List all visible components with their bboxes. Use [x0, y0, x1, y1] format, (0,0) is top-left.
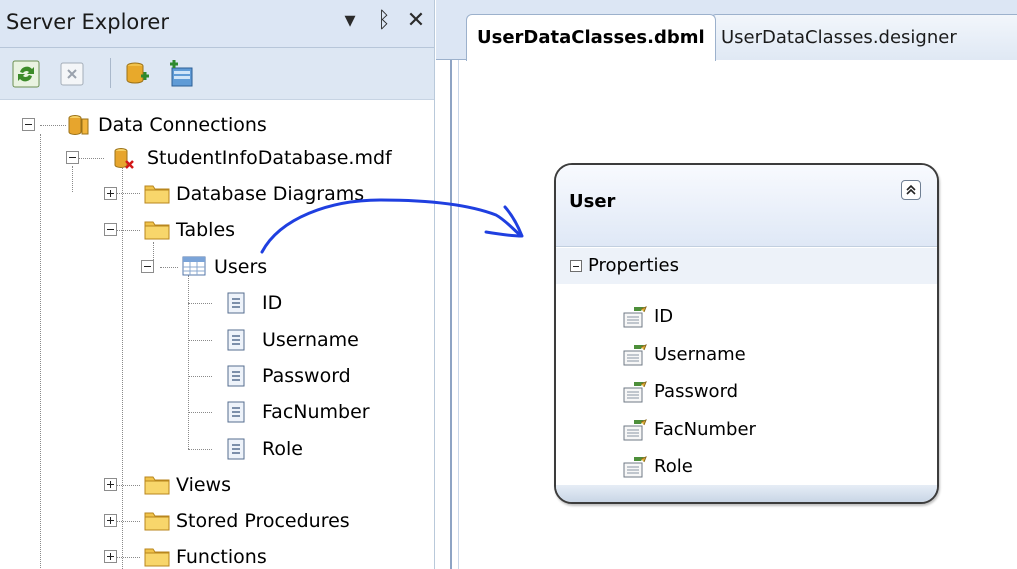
tab-userdataclasses-dbml[interactable]: UserDataClasses.dbml — [466, 14, 716, 61]
server-explorer-panel: Server Explorer ▾ ᛒ ✕ Data Connections S… — [0, 0, 435, 569]
column-icon — [226, 364, 250, 388]
folder-icon — [144, 473, 170, 497]
server-explorer-titlebar: Server Explorer ▾ ᛒ ✕ — [0, 0, 434, 48]
tree-node-label: Username — [262, 329, 359, 351]
tree-node-stored-procedures[interactable]: Stored Procedures — [0, 505, 430, 537]
property-label: Role — [654, 456, 693, 477]
tree-node-users-table[interactable]: Users — [0, 251, 300, 283]
stop-icon[interactable] — [56, 58, 88, 90]
tab-userdataclasses-designer[interactable]: UserDataClasses.designer — [710, 14, 1017, 61]
properties-section-label: Properties — [588, 255, 679, 276]
collapse-toggle-icon[interactable] — [141, 260, 154, 273]
tree-node-label: ID — [262, 292, 283, 314]
tree-node-label: Database Diagrams — [176, 183, 365, 205]
property-icon — [622, 455, 648, 479]
tree-node-label: Data Connections — [98, 114, 267, 136]
server-explorer-toolbar — [0, 48, 434, 100]
tree-node-column-facnumber[interactable]: FacNumber — [0, 396, 370, 428]
tree-node-label: Password — [262, 365, 351, 387]
tree-node-database[interactable]: StudentInfoDatabase.mdf — [0, 142, 430, 174]
collapse-toggle-icon[interactable] — [22, 118, 35, 131]
folder-icon — [144, 509, 170, 533]
property-icon — [622, 343, 648, 367]
property-icon — [622, 305, 648, 329]
properties-section-header[interactable]: Properties — [556, 248, 937, 284]
server-explorer-tree: Data Connections StudentInfoDatabase.mdf… — [0, 100, 434, 569]
expand-toggle-icon[interactable] — [104, 478, 117, 491]
property-label: Username — [654, 344, 746, 365]
tree-node-views[interactable]: Views — [0, 469, 300, 501]
database-disconnected-icon — [112, 146, 136, 170]
folder-icon — [144, 218, 170, 242]
tree-node-label: StudentInfoDatabase.mdf — [147, 147, 392, 169]
tree-node-column-role[interactable]: Role — [0, 433, 303, 465]
document-tab-strip: UserDataClasses.designer UserDataClasses… — [436, 0, 1017, 61]
tree-node-label: FacNumber — [262, 401, 370, 423]
refresh-icon[interactable] — [10, 58, 42, 90]
tree-node-column-id[interactable]: ID — [0, 287, 300, 319]
tree-node-label: Tables — [176, 219, 236, 241]
property-label: Password — [654, 381, 739, 402]
folder-icon — [144, 545, 170, 569]
toolbar-separator — [110, 58, 111, 88]
property-icon — [622, 418, 648, 442]
expand-toggle-icon[interactable] — [104, 187, 117, 200]
table-icon — [182, 255, 206, 279]
column-icon — [226, 291, 250, 315]
auto-hide-pin-icon[interactable]: ᛒ — [369, 6, 399, 36]
connect-to-database-icon[interactable] — [122, 58, 154, 90]
tree-node-label: Stored Procedures — [176, 510, 350, 532]
entity-title: User — [569, 191, 616, 212]
column-icon — [226, 437, 250, 461]
collapse-entity-icon[interactable] — [901, 180, 921, 200]
property-label: ID — [654, 306, 674, 327]
tree-node-column-username[interactable]: Username — [0, 324, 359, 356]
collapse-toggle-icon[interactable] — [66, 151, 79, 164]
tree-node-tables[interactable]: Tables — [0, 214, 300, 246]
property-icon — [622, 380, 648, 404]
column-icon — [226, 328, 250, 352]
tree-node-data-connections[interactable]: Data Connections — [0, 109, 320, 141]
tree-node-database-diagrams[interactable]: Database Diagrams — [0, 178, 430, 210]
expand-toggle-icon[interactable] — [104, 514, 117, 527]
tree-node-label: Functions — [176, 546, 267, 568]
entity-header[interactable]: User — [556, 165, 937, 247]
expand-toggle-icon[interactable] — [104, 550, 117, 563]
window-position-dropdown-icon[interactable]: ▾ — [335, 6, 365, 36]
entity-user[interactable]: User Properties ID Username Password Fac… — [554, 163, 939, 504]
tree-node-functions[interactable]: Functions — [0, 541, 300, 569]
collapse-toggle-icon[interactable] — [570, 260, 582, 272]
column-icon — [226, 400, 250, 424]
tree-node-label: Role — [262, 438, 303, 460]
collapse-toggle-icon[interactable] — [104, 223, 117, 236]
tree-node-label: Views — [176, 474, 231, 496]
connect-to-server-icon[interactable] — [165, 58, 197, 90]
close-panel-icon[interactable]: ✕ — [401, 6, 431, 36]
data-connections-icon — [66, 113, 90, 137]
entity-footer — [556, 485, 937, 502]
panel-title: Server Explorer — [6, 10, 169, 34]
folder-icon — [144, 182, 170, 206]
tree-node-column-password[interactable]: Password — [0, 360, 351, 392]
property-label: FacNumber — [654, 419, 756, 440]
tree-node-label: Users — [214, 256, 268, 278]
